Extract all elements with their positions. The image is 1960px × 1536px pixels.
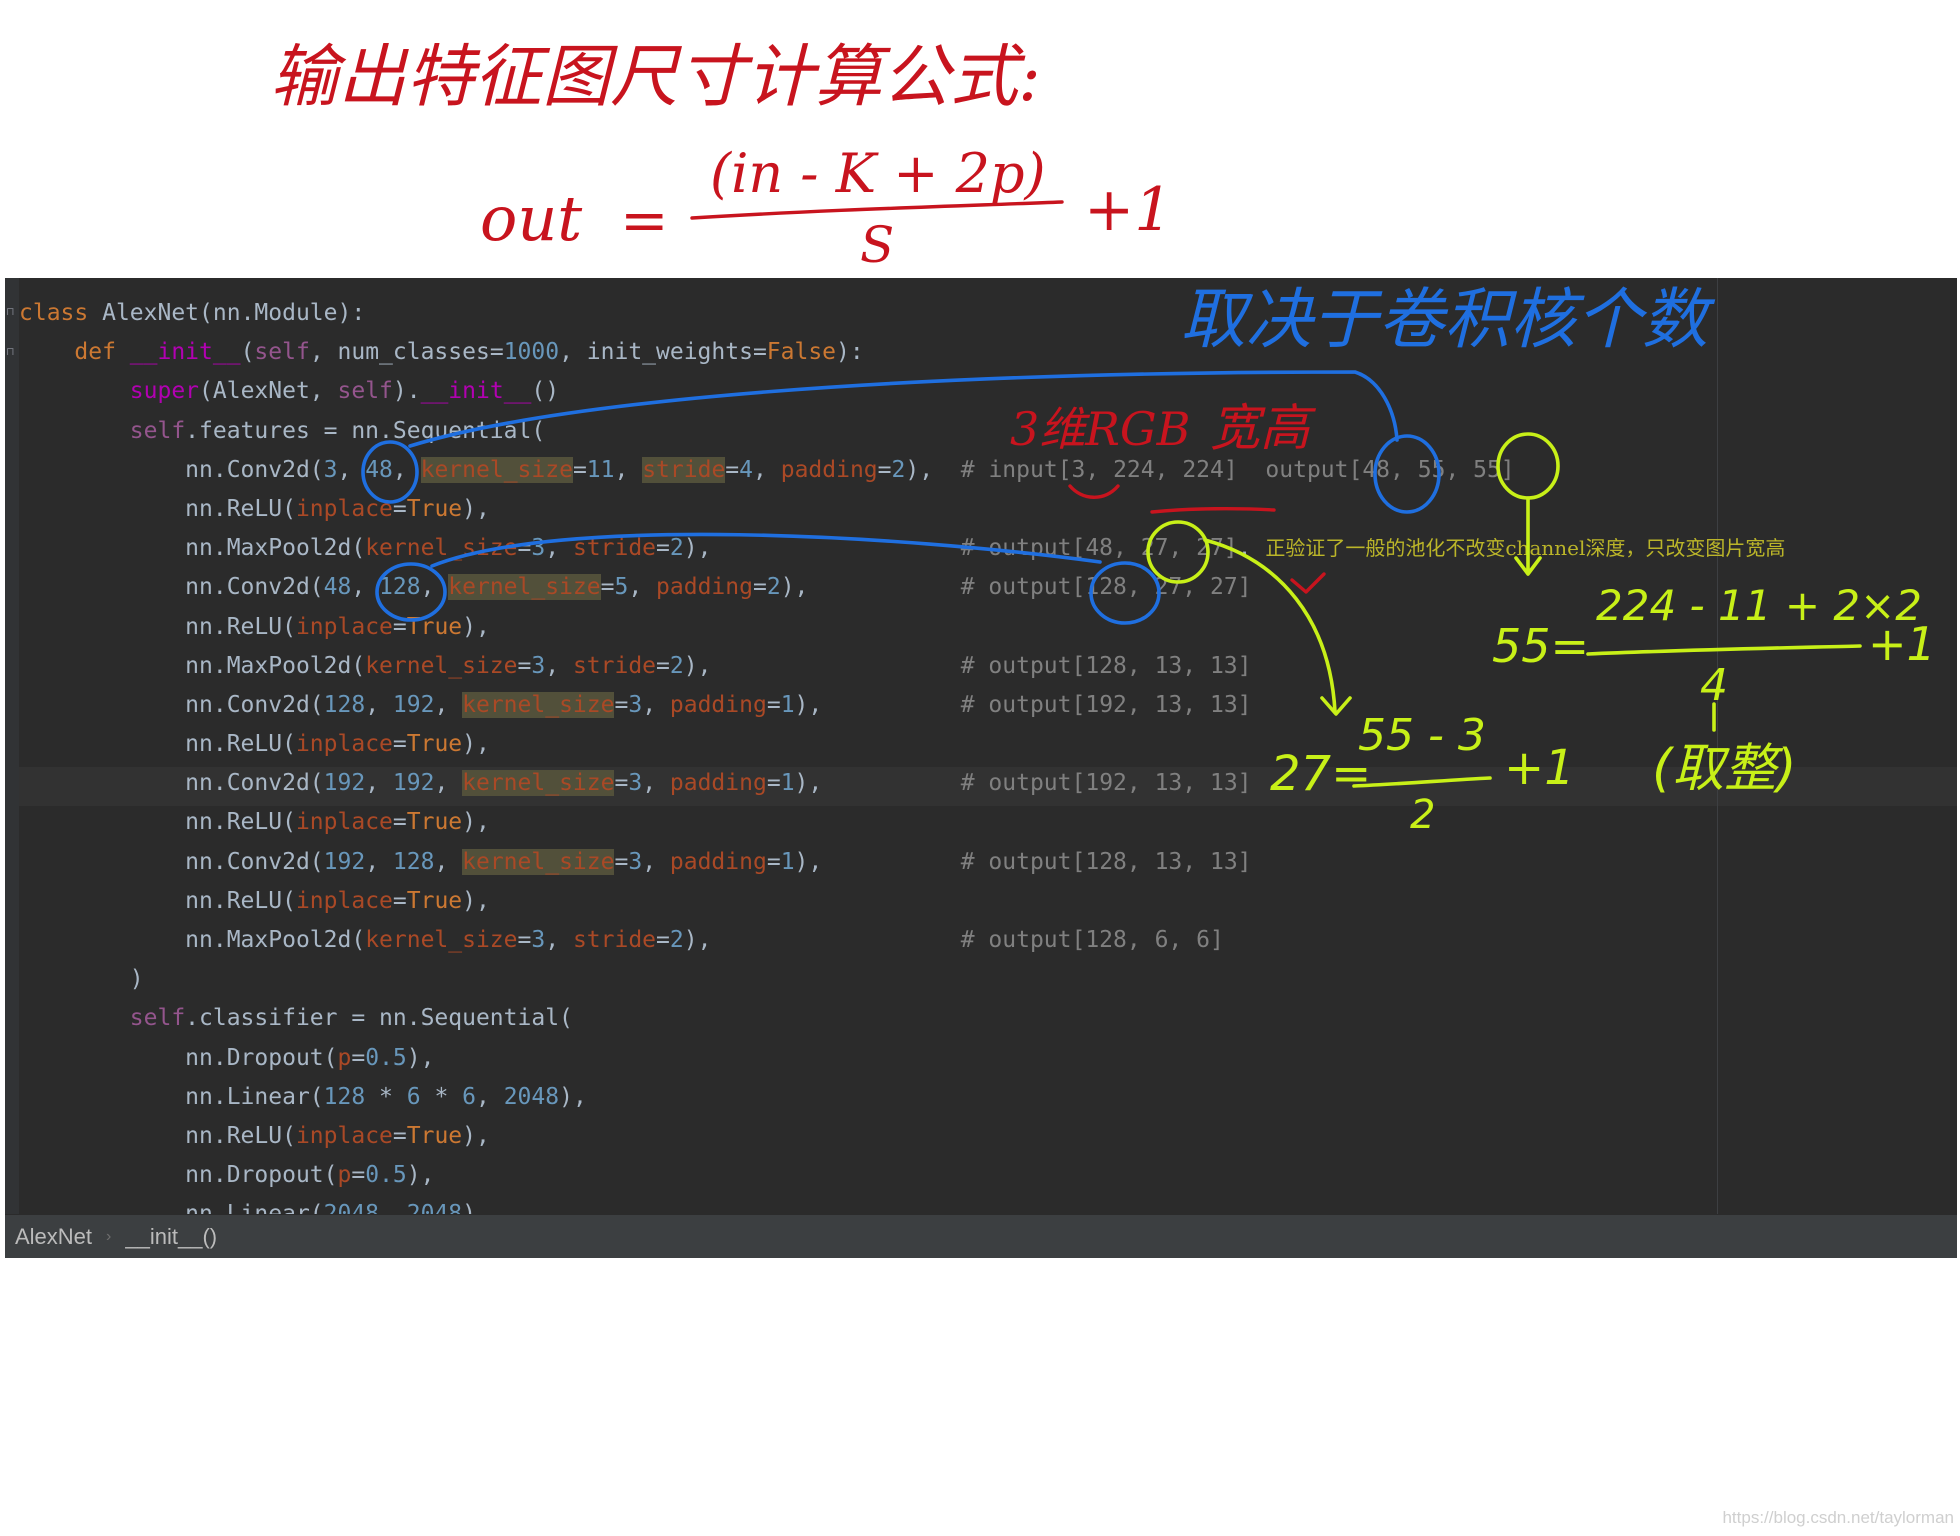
formula-title: 输出特征图尺寸计算公式: xyxy=(270,38,1041,117)
code-line: self.classifier = nn.Sequential( xyxy=(129,1005,573,1032)
code-line: nn.Dropout(p=0.5), xyxy=(19,1162,435,1189)
code-line: nn.ReLU(inplace=True), xyxy=(19,809,490,836)
breadcrumb-bar: AlexNet › __init__() xyxy=(5,1214,1957,1258)
formula-lhs: out xyxy=(480,182,582,255)
editor-gutter: ⊓ ⊓ xyxy=(5,278,19,1214)
breadcrumb-method[interactable]: __init__() xyxy=(115,1224,227,1250)
formula-denominator: S xyxy=(860,216,894,274)
code-line: nn.ReLU(inplace=True), xyxy=(19,1122,490,1149)
code-line: nn.ReLU(inplace=True), xyxy=(19,613,490,640)
code-area[interactable]: class AlexNet(nn.Module): def __init__(s… xyxy=(19,294,1785,1235)
code-line: super(AlexNet, self).__init__() xyxy=(129,378,560,405)
code-line: nn.MaxPool2d(kernel_size=3, stride=2), #… xyxy=(19,535,1786,562)
code-line: nn.Dropout(p=0.5), xyxy=(19,1044,435,1071)
code-line: class AlexNet(nn.Module): xyxy=(19,300,366,326)
breadcrumb-separator-icon: › xyxy=(106,1228,112,1245)
code-line: nn.MaxPool2d(kernel_size=3, stride=2), #… xyxy=(19,927,1224,953)
code-line: def __init__(self, num_classes=1000, ini… xyxy=(74,339,864,366)
formula-numerator: (in - K + 2p) xyxy=(710,142,1046,205)
code-line: nn.Conv2d(192, 192, kernel_size=3, paddi… xyxy=(19,770,1252,797)
code-line: nn.Conv2d(192, 128, kernel_size=3, paddi… xyxy=(19,848,1252,875)
pool-note: 正验证了一般的池化不改变channel深度，只改变图片宽高 xyxy=(1265,536,1786,561)
code-line: nn.Conv2d(128, 192, kernel_size=3, paddi… xyxy=(19,691,1252,718)
formula-fraction-bar xyxy=(690,200,1064,220)
breadcrumb-class[interactable]: AlexNet xyxy=(5,1224,102,1250)
code-line: nn.Conv2d(48, 128, kernel_size=5, paddin… xyxy=(19,574,1252,601)
formula-plus-one: +1 xyxy=(1084,175,1172,245)
watermark: https://blog.csdn.net/taylorman xyxy=(1722,1508,1954,1527)
fold-icon[interactable]: ⊓ xyxy=(6,346,17,358)
code-line: nn.MaxPool2d(kernel_size=3, stride=2), #… xyxy=(19,652,1252,679)
code-line: self.features = nn.Sequential( xyxy=(129,417,546,444)
fold-icon[interactable]: ⊓ xyxy=(6,306,17,318)
code-editor[interactable]: ⊓ ⊓ class AlexNet(nn.Module): def __init… xyxy=(5,278,1957,1258)
code-line: nn.ReLU(inplace=True), xyxy=(19,731,490,758)
code-line: nn.Conv2d(3, 48, kernel_size=11, stride=… xyxy=(19,456,1515,483)
code-line: ) xyxy=(19,966,144,993)
formula-eq: = xyxy=(620,186,669,254)
code-line: nn.ReLU(inplace=True), xyxy=(19,887,490,914)
code-line: nn.Linear(128 * 6 * 6, 2048), xyxy=(19,1083,587,1110)
code-line: nn.ReLU(inplace=True), xyxy=(19,495,490,522)
